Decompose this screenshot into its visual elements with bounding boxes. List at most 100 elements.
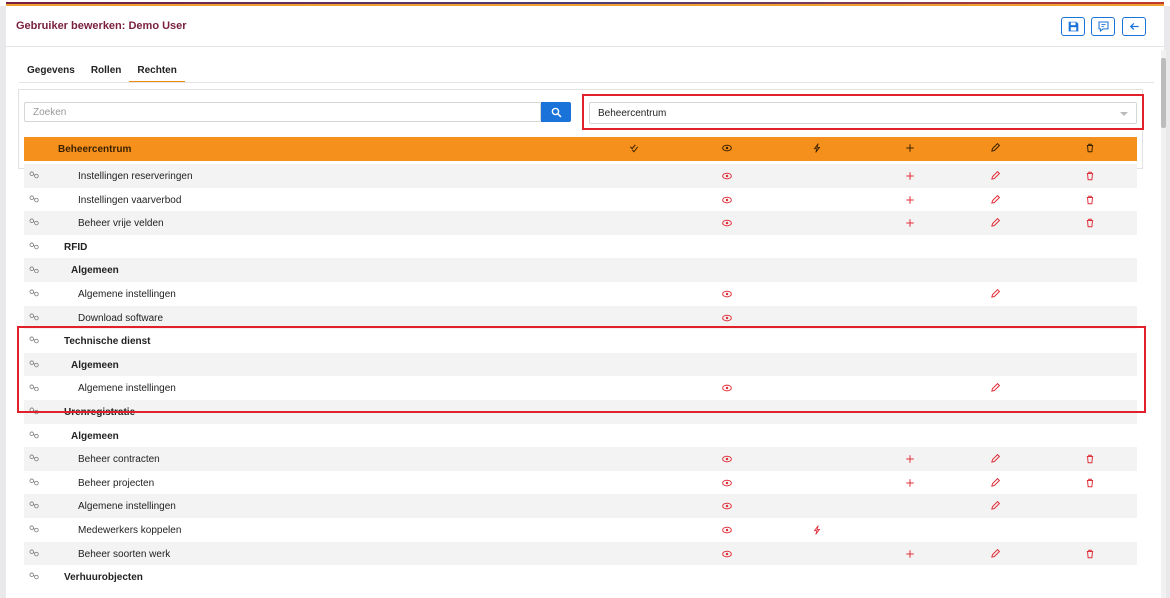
header-divider bbox=[6, 46, 1164, 47]
delete-permission-icon[interactable] bbox=[1084, 453, 1096, 465]
edit-permission-icon[interactable] bbox=[989, 500, 1001, 512]
table-row: Technische dienst bbox=[24, 329, 1137, 353]
table-row: Verhuurobjecten bbox=[24, 565, 1137, 589]
tab-rechten[interactable]: Rechten bbox=[129, 65, 185, 83]
keys-icon[interactable] bbox=[29, 431, 40, 440]
row-label: Urenregistratie bbox=[64, 406, 136, 418]
comment-icon bbox=[1098, 21, 1108, 32]
row-label: Algemeen bbox=[71, 359, 119, 371]
row-label: Beheer vrije velden bbox=[78, 218, 164, 230]
edit-permission-icon[interactable] bbox=[989, 548, 1001, 560]
view-permission-icon[interactable] bbox=[721, 288, 733, 300]
table-row: Instellingen vaarverbod bbox=[24, 188, 1137, 212]
delete-permission-icon[interactable] bbox=[1084, 477, 1096, 489]
row-label: Algemene instellingen bbox=[78, 288, 176, 300]
add-permission-icon[interactable] bbox=[904, 453, 916, 465]
edit-permission-icon[interactable] bbox=[989, 288, 1001, 300]
keys-icon[interactable] bbox=[29, 242, 40, 251]
delete-column-icon[interactable] bbox=[1080, 143, 1100, 156]
add-permission-icon[interactable] bbox=[904, 170, 916, 182]
keys-icon[interactable] bbox=[29, 265, 40, 274]
row-label: Verhuurobjecten bbox=[64, 572, 143, 584]
back-button[interactable] bbox=[1122, 17, 1146, 36]
view-permission-icon[interactable] bbox=[721, 548, 733, 560]
keys-icon[interactable] bbox=[29, 360, 40, 369]
tab-rollen[interactable]: Rollen bbox=[83, 65, 130, 83]
add-permission-icon[interactable] bbox=[904, 548, 916, 560]
edit-permission-icon[interactable] bbox=[989, 194, 1001, 206]
execute-permission-icon[interactable] bbox=[811, 524, 823, 536]
delete-permission-icon[interactable] bbox=[1084, 548, 1096, 560]
keys-icon[interactable] bbox=[29, 478, 40, 487]
page-scrollbar[interactable] bbox=[1161, 50, 1166, 598]
edit-permission-icon[interactable] bbox=[989, 477, 1001, 489]
page-scrollbar-thumb[interactable] bbox=[1161, 58, 1166, 128]
table-row: Algemeen bbox=[24, 352, 1137, 377]
keys-icon[interactable] bbox=[29, 407, 40, 416]
view-permission-icon[interactable] bbox=[721, 524, 733, 536]
table-row: Algemene instellingen bbox=[24, 494, 1137, 518]
table-row: Download software bbox=[24, 305, 1137, 330]
row-label: Instellingen reserveringen bbox=[78, 171, 193, 182]
view-permission-icon[interactable] bbox=[721, 194, 733, 206]
check-all-icon[interactable] bbox=[624, 143, 644, 156]
permissions-table-body: Instellingen reserveringen Instellingen v… bbox=[24, 164, 1137, 589]
keys-icon[interactable] bbox=[29, 289, 40, 298]
edit-permission-icon[interactable] bbox=[989, 382, 1001, 394]
keys-icon[interactable] bbox=[29, 501, 40, 510]
edit-permission-icon[interactable] bbox=[989, 170, 1001, 182]
save-icon bbox=[1068, 21, 1078, 32]
keys-icon[interactable] bbox=[29, 454, 40, 463]
comment-button[interactable] bbox=[1091, 17, 1115, 36]
module-select[interactable]: Beheercentrum bbox=[589, 102, 1137, 124]
keys-icon[interactable] bbox=[29, 383, 40, 392]
keys-icon[interactable] bbox=[29, 525, 40, 534]
view-permission-icon[interactable] bbox=[721, 170, 733, 182]
add-permission-icon[interactable] bbox=[904, 194, 916, 206]
arrow-left-icon bbox=[1129, 22, 1139, 31]
row-label: Algemene instellingen bbox=[78, 383, 176, 395]
keys-icon[interactable] bbox=[29, 336, 40, 345]
view-permission-icon[interactable] bbox=[721, 453, 733, 465]
search-input[interactable] bbox=[24, 102, 541, 122]
view-column-icon[interactable] bbox=[717, 143, 737, 156]
keys-icon[interactable] bbox=[29, 313, 40, 322]
table-row: Beheer projecten bbox=[24, 471, 1137, 495]
add-permission-icon[interactable] bbox=[904, 477, 916, 489]
edit-column-icon[interactable] bbox=[985, 142, 1005, 156]
view-permission-icon[interactable] bbox=[721, 477, 733, 489]
save-button[interactable] bbox=[1061, 17, 1085, 36]
row-label: RFID bbox=[64, 241, 88, 253]
row-label: Algemene instellingen bbox=[78, 501, 176, 513]
view-permission-icon[interactable] bbox=[721, 217, 733, 229]
execute-column-icon[interactable] bbox=[807, 143, 827, 156]
keys-icon[interactable] bbox=[29, 195, 40, 204]
delete-permission-icon[interactable] bbox=[1084, 217, 1096, 229]
search-icon bbox=[551, 107, 562, 118]
chevron-down-icon bbox=[1120, 112, 1128, 116]
delete-permission-icon[interactable] bbox=[1084, 194, 1096, 206]
view-permission-icon[interactable] bbox=[721, 382, 733, 394]
edit-permission-icon[interactable] bbox=[989, 217, 1001, 229]
view-permission-icon[interactable] bbox=[721, 500, 733, 512]
search-button[interactable] bbox=[541, 102, 571, 122]
keys-icon[interactable] bbox=[29, 549, 40, 558]
row-label: Instellingen vaarverbod bbox=[78, 194, 182, 206]
table-row: Algemeen bbox=[24, 258, 1137, 282]
keys-icon[interactable] bbox=[29, 171, 40, 180]
row-label: Technische dienst bbox=[64, 336, 151, 348]
edit-permission-icon[interactable] bbox=[989, 453, 1001, 465]
tab-gegevens[interactable]: Gegevens bbox=[19, 65, 83, 83]
table-row: Beheer contracten bbox=[24, 447, 1137, 471]
row-label: Beheer projecten bbox=[78, 477, 155, 489]
keys-icon[interactable] bbox=[29, 218, 40, 227]
table-row: Urenregistratie bbox=[24, 399, 1137, 424]
keys-icon[interactable] bbox=[29, 572, 40, 581]
add-permission-icon[interactable] bbox=[904, 217, 916, 229]
view-permission-icon[interactable] bbox=[721, 312, 733, 324]
add-column-icon[interactable] bbox=[900, 143, 920, 156]
page-title: Gebruiker bewerken: Demo User bbox=[16, 20, 187, 32]
table-row: Algemeen bbox=[24, 424, 1137, 448]
delete-permission-icon[interactable] bbox=[1084, 170, 1096, 182]
tab-bar: Gegevens Rollen Rechten bbox=[19, 65, 185, 83]
